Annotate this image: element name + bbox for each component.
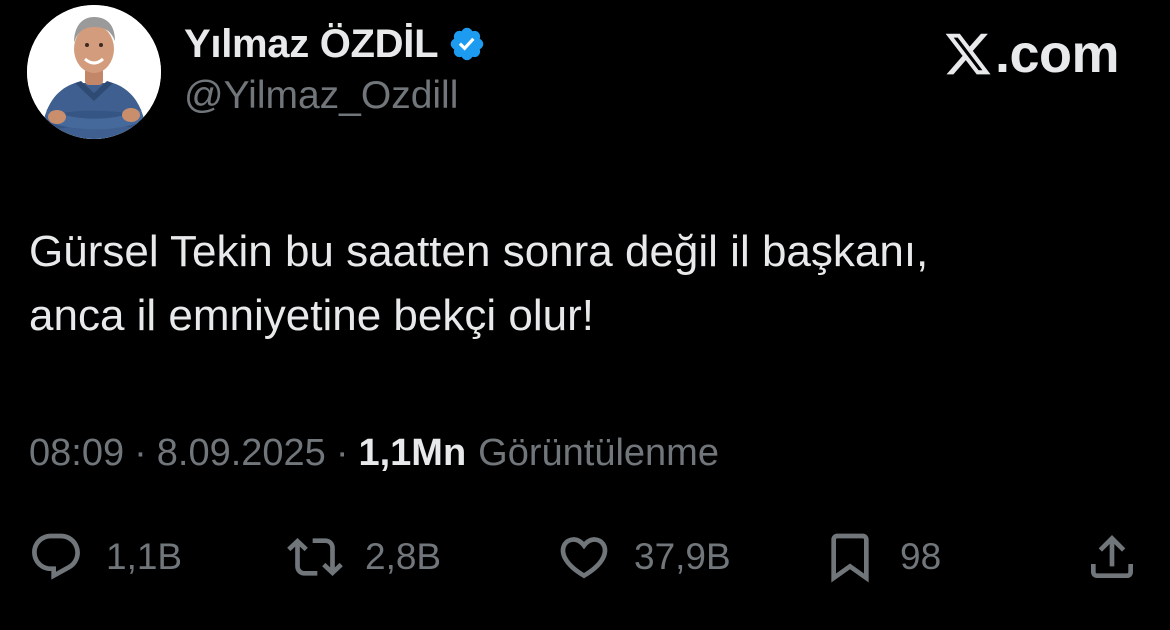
share-button[interactable] xyxy=(1084,527,1140,587)
like-button[interactable]: 37,9B xyxy=(556,527,731,587)
retweet-button[interactable]: 2,8B xyxy=(287,527,441,587)
verified-badge-icon xyxy=(448,25,486,63)
reply-icon xyxy=(28,529,84,585)
views-label: Görüntülenme xyxy=(478,431,719,474)
avatar[interactable] xyxy=(27,5,161,139)
brand-watermark: .com xyxy=(943,24,1120,84)
like-count: 37,9B xyxy=(634,536,731,577)
tweet-date[interactable]: 8.09.2025 xyxy=(157,432,326,475)
brand-text: .com xyxy=(994,24,1120,84)
tweet-time[interactable]: 08:09 xyxy=(29,432,124,475)
tweet-text-line: Gürsel Tekin bu saatten sonra değil il b… xyxy=(29,227,929,276)
meta-separator: · xyxy=(335,431,349,474)
tweet-card: Yılmaz ÖZDİL @Yilmaz_Ozdill .com Gürsel … xyxy=(0,0,1170,630)
retweet-count: 2,8B xyxy=(365,536,442,577)
reply-button[interactable]: 1,1B xyxy=(28,527,182,587)
tweet-text: Gürsel Tekin bu saatten sonra değil il b… xyxy=(29,220,1139,348)
x-logo-icon xyxy=(943,29,993,79)
views-count: 1,1Mn xyxy=(358,431,467,474)
action-bar: 1,1B 2,8B 37,9B 98 xyxy=(0,527,1170,587)
avatar-image xyxy=(27,5,161,139)
bookmark-icon xyxy=(822,529,878,585)
bookmark-count: 98 xyxy=(900,536,942,577)
heart-icon xyxy=(556,529,612,585)
retweet-icon xyxy=(287,529,343,585)
reply-count: 1,1B xyxy=(106,536,183,577)
meta-separator: · xyxy=(134,431,147,474)
author-name-row[interactable]: Yılmaz ÖZDİL xyxy=(184,18,486,70)
bookmark-button[interactable]: 98 xyxy=(822,527,941,587)
tweet-text-line: anca il emniyetine bekçi olur! xyxy=(29,291,594,340)
author-display-name[interactable]: Yılmaz ÖZDİL xyxy=(184,22,439,67)
tweet-meta: 08:09 · 8.09.2025 · 1,1Mn Görüntülenme xyxy=(29,428,719,478)
author-handle[interactable]: @Yilmaz_Ozdill xyxy=(184,74,458,118)
share-icon xyxy=(1084,529,1140,585)
